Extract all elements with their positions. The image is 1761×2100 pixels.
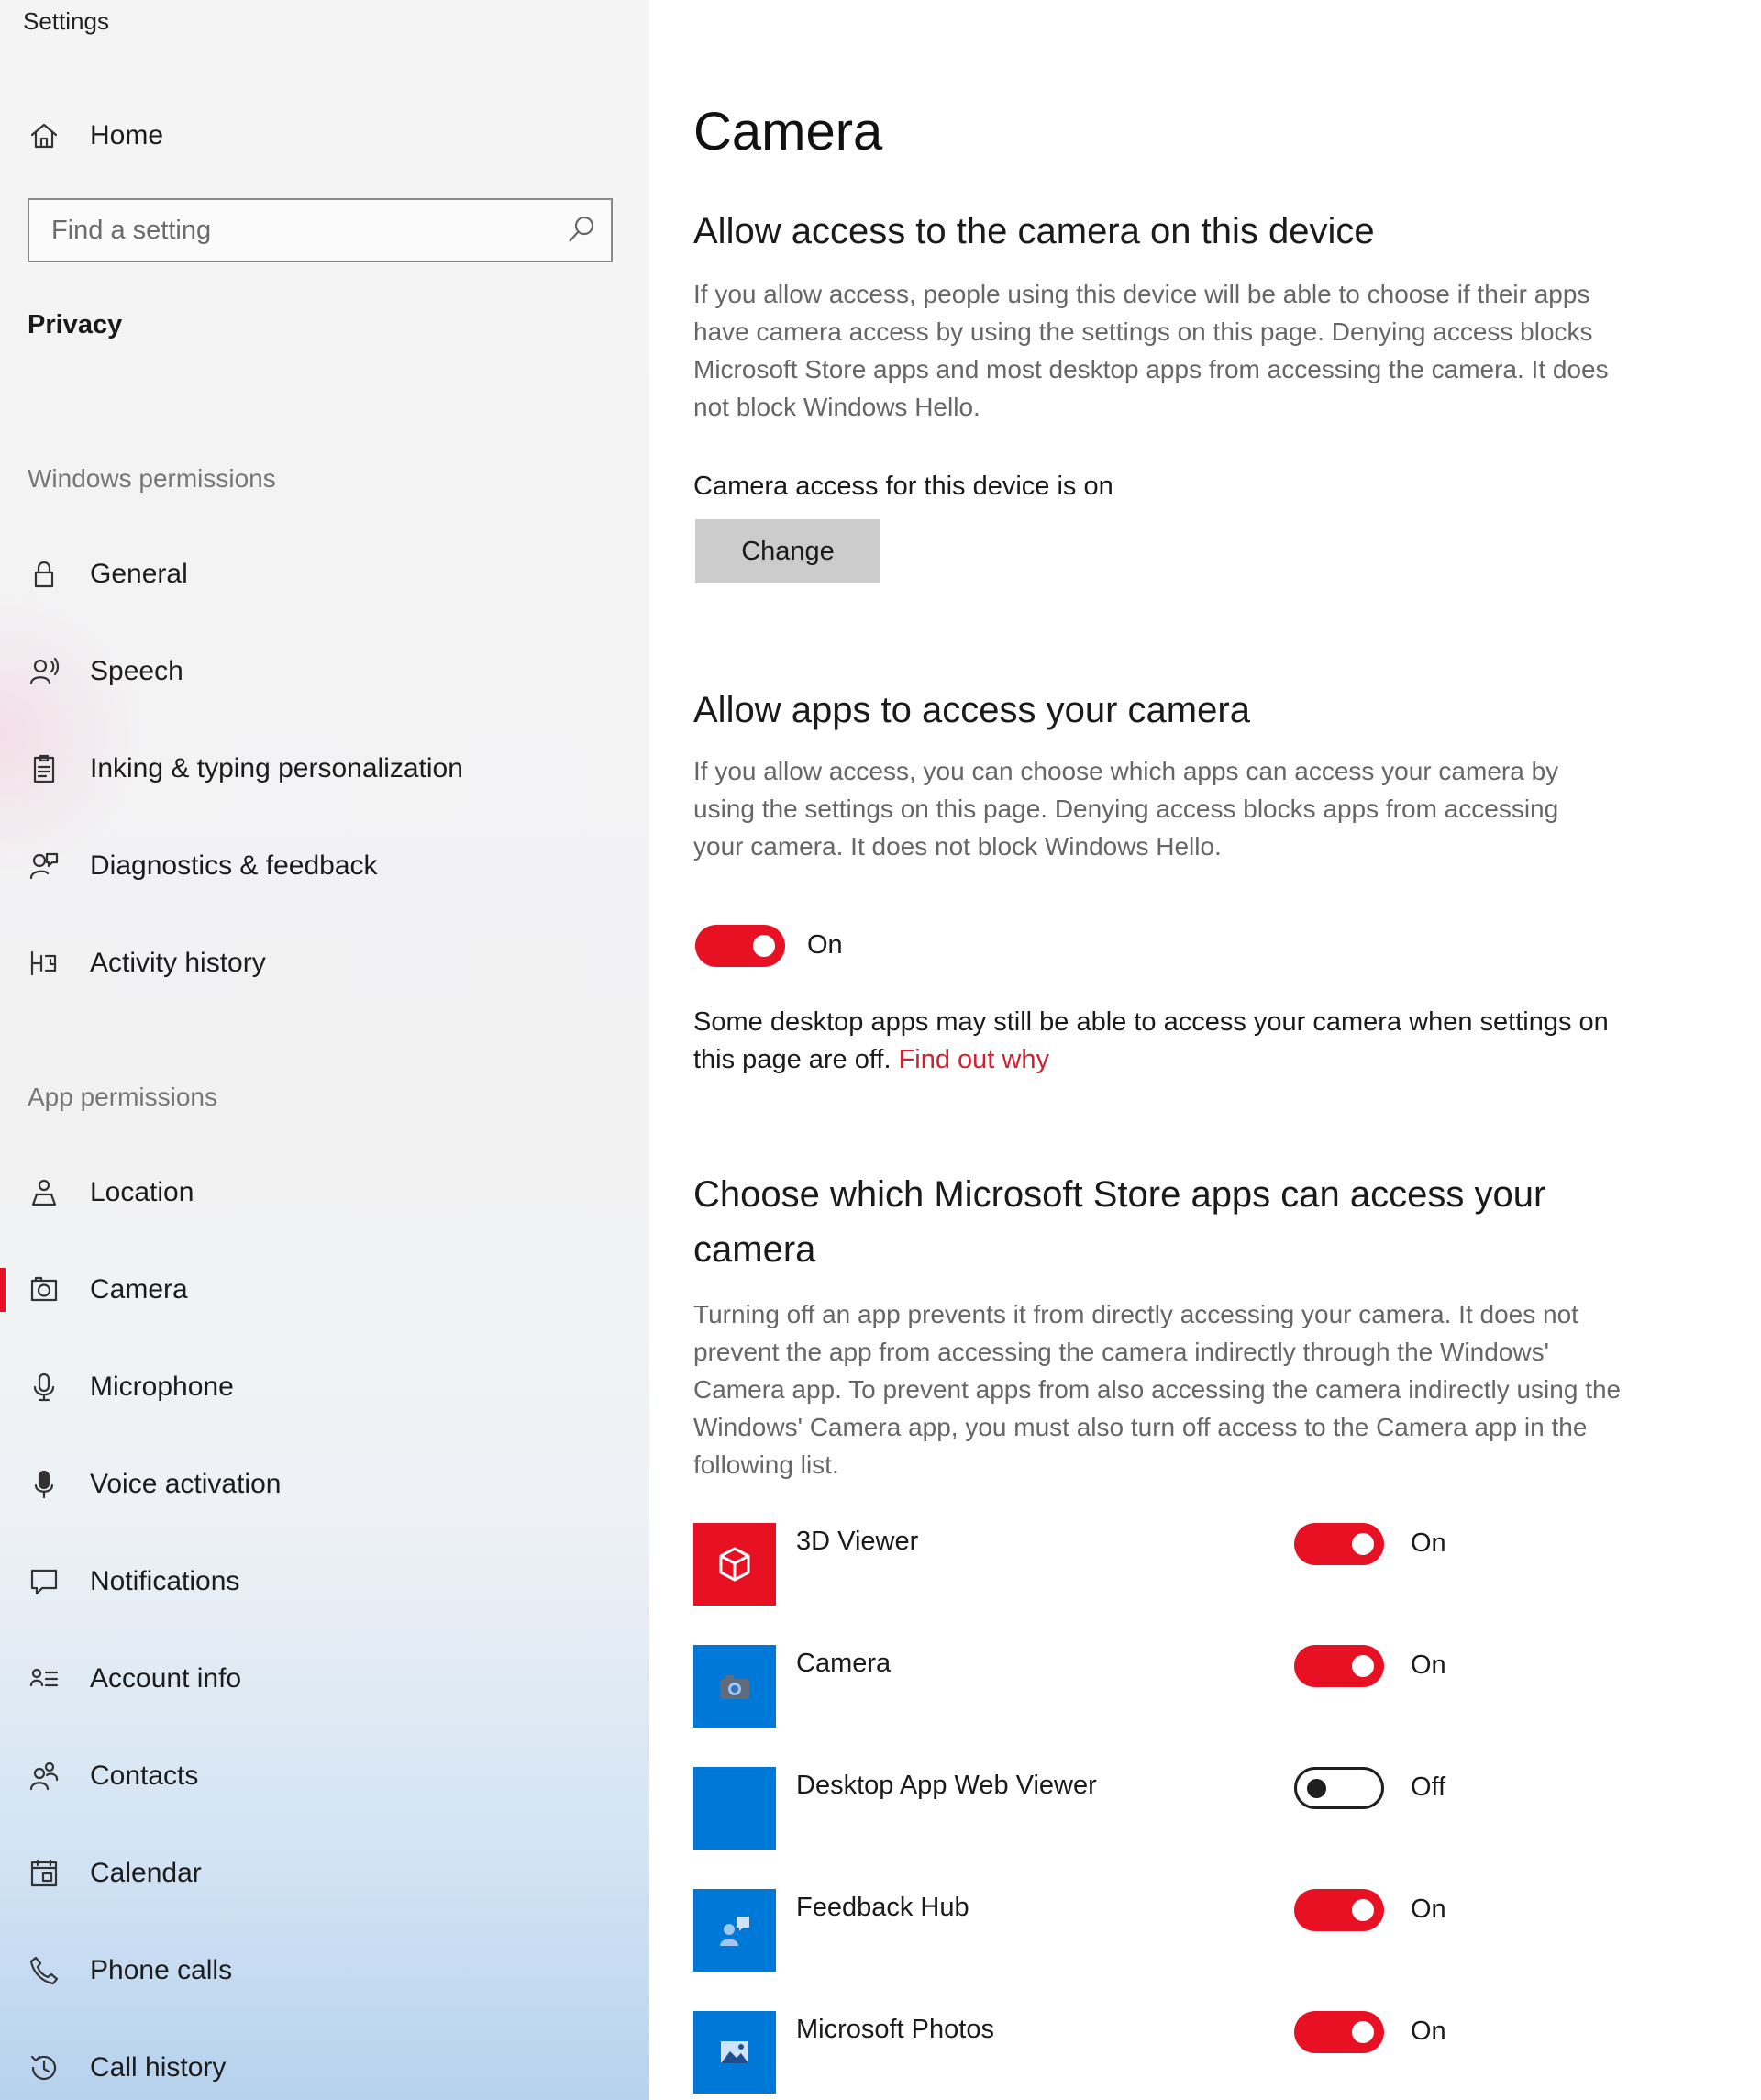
- app-toggle-label: On: [1411, 1650, 1446, 1680]
- app-title: Settings: [23, 7, 109, 35]
- app-name: Camera: [796, 1649, 892, 1678]
- apps-access-heading: Allow apps to access your camera: [693, 690, 1250, 730]
- change-button[interactable]: Change: [695, 519, 880, 583]
- find-out-why-link[interactable]: Find out why: [899, 1045, 1049, 1074]
- app-permissions-header: App permissions: [28, 1083, 217, 1111]
- sidebar-item-label: Diagnostics & feedback: [90, 850, 378, 881]
- store-apps-heading: Choose which Microsoft Store apps can ac…: [693, 1174, 1546, 1270]
- search-input[interactable]: [29, 200, 561, 261]
- app-toggle-camera[interactable]: [1294, 1645, 1384, 1687]
- app-toggle-3d-viewer[interactable]: [1294, 1523, 1384, 1565]
- blank-tile-icon: [693, 1767, 776, 1850]
- sidebar: Settings Home Privacy Windows permission…: [0, 0, 649, 2100]
- sidebar-item-inking[interactable]: Inking & typing personalization: [0, 736, 649, 802]
- sidebar-item-label: Contacts: [90, 1761, 199, 1791]
- sidebar-item-label: Account info: [90, 1663, 242, 1694]
- contacts-icon: [28, 1760, 61, 1793]
- app-name: Desktop App Web Viewer: [796, 1771, 1097, 1800]
- microphone-icon: [28, 1371, 61, 1404]
- app-toggle-microsoft-photos[interactable]: [1294, 2011, 1384, 2053]
- feedback-icon: [28, 850, 61, 883]
- nav-home[interactable]: Home: [0, 103, 649, 169]
- app-toggle-feedback-hub[interactable]: [1294, 1889, 1384, 1931]
- desktop-apps-note-text: Some desktop apps may still be able to a…: [693, 1007, 1609, 1074]
- desktop-apps-note: Some desktop apps may still be able to a…: [693, 1004, 1611, 1079]
- app-name: Microsoft Photos: [796, 2015, 994, 2044]
- account-info-icon: [28, 1662, 61, 1695]
- app-toggle-label: Off: [1411, 1772, 1446, 1802]
- main-content: Camera Allow access to the camera on thi…: [649, 0, 1761, 2100]
- sidebar-item-label: General: [90, 559, 188, 589]
- lock-icon: [28, 558, 61, 591]
- app-toggle-label: On: [1411, 1528, 1446, 1558]
- camera-app-icon: [693, 1645, 776, 1728]
- search-icon[interactable]: [565, 213, 598, 246]
- sidebar-item-voice-activation[interactable]: Voice activation: [0, 1451, 649, 1517]
- sidebar-item-general[interactable]: General: [0, 541, 649, 607]
- sidebar-item-label: Calendar: [90, 1858, 202, 1888]
- sidebar-item-account-info[interactable]: Account info: [0, 1646, 649, 1712]
- phone-icon: [28, 1954, 61, 1987]
- sidebar-item-label: Speech: [90, 656, 183, 686]
- sidebar-item-label: Voice activation: [90, 1469, 282, 1499]
- page-title: Camera: [693, 102, 883, 161]
- sidebar-item-location[interactable]: Location: [0, 1160, 649, 1226]
- sidebar-item-label: Inking & typing personalization: [90, 753, 463, 783]
- voice-icon: [28, 1468, 61, 1501]
- sidebar-item-speech[interactable]: Speech: [0, 639, 649, 705]
- app-row-feedback-hub: Feedback Hub On: [693, 1889, 1702, 1973]
- app-row-desktop-app-web-viewer: Desktop App Web Viewer Off: [693, 1767, 1702, 1851]
- sidebar-item-activity[interactable]: Activity history: [0, 930, 649, 996]
- sidebar-item-label: Notifications: [90, 1566, 240, 1596]
- device-access-heading: Allow access to the camera on this devic…: [693, 211, 1375, 251]
- camera-icon: [28, 1273, 61, 1306]
- sidebar-item-contacts[interactable]: Contacts: [0, 1743, 649, 1809]
- sidebar-item-diagnostics[interactable]: Diagnostics & feedback: [0, 833, 649, 899]
- calendar-icon: [28, 1857, 61, 1890]
- app-name: Feedback Hub: [796, 1893, 969, 1922]
- device-access-description: If you allow access, people using this d…: [693, 280, 1609, 421]
- sidebar-item-camera[interactable]: Camera: [0, 1257, 649, 1323]
- store-apps-description: Turning off an app prevents it from dire…: [693, 1300, 1622, 1479]
- activity-icon: [28, 947, 61, 980]
- app-row-3d-viewer: 3D Viewer On: [693, 1523, 1702, 1607]
- speech-icon: [28, 655, 61, 688]
- sidebar-item-label: Call history: [90, 2052, 227, 2083]
- app-toggle-label: On: [1411, 2017, 1446, 2046]
- apps-access-toggle-label: On: [807, 930, 843, 960]
- photos-icon: [693, 2011, 776, 2094]
- sidebar-item-label: Activity history: [90, 948, 266, 978]
- sidebar-item-label: Camera: [90, 1274, 188, 1305]
- search-box[interactable]: [28, 198, 613, 262]
- cube-icon: [693, 1523, 776, 1606]
- device-access-status: Camera access for this device is on: [693, 472, 1113, 501]
- sidebar-item-notifications[interactable]: Notifications: [0, 1549, 649, 1615]
- history-icon: [28, 2051, 61, 2084]
- home-icon: [28, 119, 61, 152]
- app-row-microsoft-photos: Microsoft Photos On: [693, 2011, 1702, 2095]
- sidebar-item-phone-calls[interactable]: Phone calls: [0, 1938, 649, 2004]
- sidebar-item-label: Location: [90, 1177, 194, 1207]
- app-toggle-label: On: [1411, 1894, 1446, 1924]
- apps-access-toggle[interactable]: [695, 925, 785, 967]
- sidebar-item-label: Microphone: [90, 1372, 234, 1402]
- feedback-hub-icon: [693, 1889, 776, 1972]
- sidebar-item-label: Phone calls: [90, 1955, 233, 1985]
- category-title: Privacy: [28, 310, 123, 339]
- windows-permissions-header: Windows permissions: [28, 464, 276, 493]
- app-row-camera: Camera On: [693, 1645, 1702, 1729]
- apps-access-description: If you allow access, you can choose whic…: [693, 757, 1559, 861]
- nav-home-label: Home: [90, 120, 164, 150]
- location-icon: [28, 1176, 61, 1209]
- app-toggle-desktop-app-web-viewer[interactable]: [1294, 1767, 1384, 1809]
- inking-icon: [28, 752, 61, 785]
- sidebar-item-calendar[interactable]: Calendar: [0, 1840, 649, 1906]
- sidebar-item-microphone[interactable]: Microphone: [0, 1354, 649, 1420]
- sidebar-item-call-history[interactable]: Call history: [0, 2035, 649, 2100]
- notifications-icon: [28, 1565, 61, 1598]
- app-name: 3D Viewer: [796, 1527, 919, 1556]
